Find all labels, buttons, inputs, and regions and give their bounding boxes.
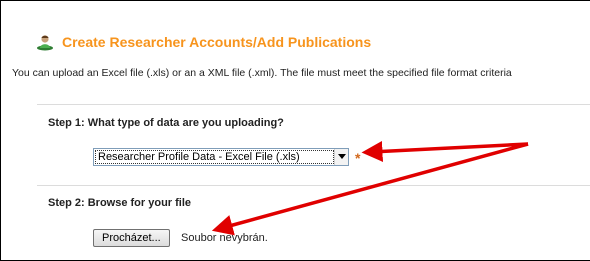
annotation-arrow-to-browse xyxy=(211,142,529,236)
annotation-arrows xyxy=(211,140,529,236)
